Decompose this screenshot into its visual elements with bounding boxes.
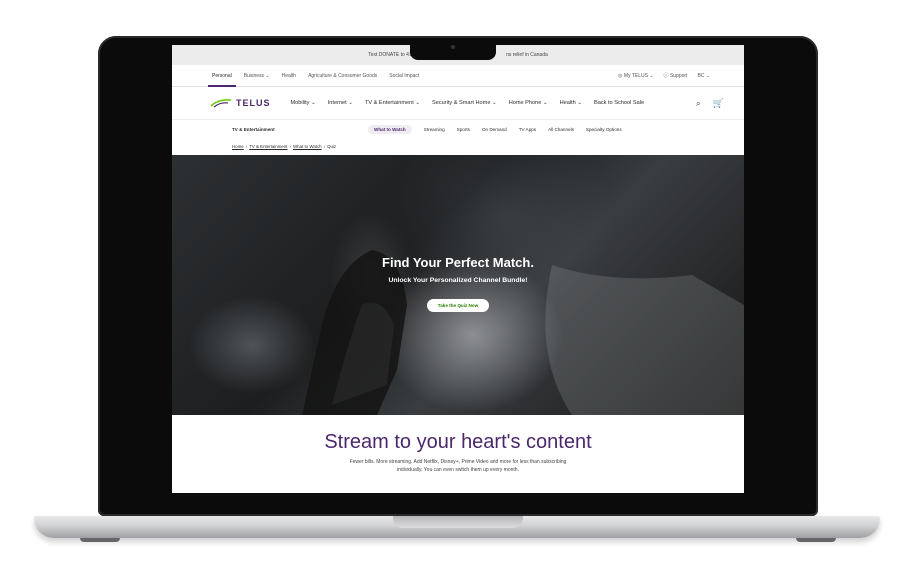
subnav-on-demand[interactable]: On Demand — [482, 127, 507, 132]
telus-logo[interactable]: TELUS — [210, 98, 271, 108]
main-navigation: TELUS Mobility ⌄ Internet ⌄ TV & Enterta… — [172, 87, 744, 119]
nav-mobility[interactable]: Mobility ⌄ — [291, 100, 316, 106]
hero-subtitle: Unlock Your Personalized Channel Bundle! — [388, 277, 528, 284]
top-navigation: Personal Business ⌄ Health Agriculture &… — [172, 65, 744, 87]
take-quiz-button[interactable]: Take the Quiz Now — [426, 299, 490, 312]
sub-navigation: TV & Entertainment What to Watch Streami… — [172, 119, 744, 138]
search-icon[interactable]: ⌕ — [696, 98, 701, 109]
nav-security-smart-home[interactable]: Security & Smart Home ⌄ — [432, 100, 497, 106]
subnav-sports[interactable]: Sports — [457, 127, 470, 132]
subnav-what-to-watch[interactable]: What to Watch — [368, 124, 412, 134]
topnav-agriculture[interactable]: Agriculture & Consumer Goods — [308, 73, 377, 79]
breadcrumb-current: Quiz — [327, 144, 337, 149]
camera-icon — [451, 45, 455, 49]
laptop-foot-right — [796, 538, 836, 542]
my-telus-link[interactable]: ◎ My TELUS ⌄ — [618, 73, 653, 79]
topnav-personal[interactable]: Personal — [208, 73, 236, 87]
topnav-business[interactable]: Business ⌄ — [244, 73, 270, 79]
stream-title: Stream to your heart's content — [324, 431, 592, 453]
support-label: Support — [669, 73, 688, 79]
camera-notch — [410, 40, 496, 60]
stream-section: Stream to your heart's content Fewer bil… — [172, 415, 744, 474]
hero-banner: Find Your Perfect Match. Unlock Your Per… — [172, 155, 744, 415]
nav-tv-entertainment[interactable]: TV & Entertainment ⌄ — [365, 100, 420, 106]
laptop-opening-notch — [393, 516, 523, 528]
topnav-health[interactable]: Health — [282, 73, 296, 79]
breadcrumb-what-to-watch[interactable]: What to Watch — [293, 144, 322, 149]
breadcrumb-tv-entertainment[interactable]: TV & Entertainment — [249, 144, 287, 149]
province-selector[interactable]: BC ⌄ — [697, 73, 710, 79]
help-icon: ⓘ — [663, 73, 669, 79]
laptop-foot-left — [80, 538, 120, 542]
support-link[interactable]: ⓘ Support — [664, 72, 688, 79]
announcement-text-right: ns relief in Canada — [506, 52, 548, 58]
nav-internet[interactable]: Internet ⌄ — [328, 100, 353, 106]
breadcrumb: Home › TV & Entertainment › What to Watc… — [172, 138, 744, 155]
cart-icon[interactable]: 🛒 — [713, 98, 724, 109]
breadcrumb-separator-icon: › — [289, 144, 291, 149]
stream-description: Fewer bills. More streaming. Add Netflix… — [298, 458, 618, 474]
nav-back-to-school-sale[interactable]: Back to School Sale — [594, 100, 644, 106]
my-telus-label: My TELUS ⌄ — [623, 72, 654, 79]
breadcrumb-separator-icon: › — [245, 144, 248, 149]
hero-title: Find Your Perfect Match. — [382, 255, 534, 270]
stream-description-line1: Fewer bills. More streaming. Add Netflix… — [349, 459, 567, 465]
breadcrumb-home[interactable]: Home — [232, 144, 244, 149]
subnav-section-title: TV & Entertainment — [232, 126, 275, 132]
telus-leaf-icon — [210, 99, 232, 108]
user-icon: ◎ — [618, 72, 623, 79]
nav-health[interactable]: Health ⌄ — [560, 100, 582, 106]
breadcrumb-separator-icon: › — [323, 144, 326, 149]
nav-home-phone[interactable]: Home Phone ⌄ — [509, 100, 548, 106]
topnav-social-impact[interactable]: Social Impact — [389, 73, 419, 79]
browser-screen: Text DONATE to 41010 ns relief in Canada… — [172, 45, 744, 493]
subnav-specialty-options[interactable]: Specialty Options — [586, 127, 622, 132]
subnav-all-channels[interactable]: All Channels — [548, 127, 574, 132]
subnav-streaming[interactable]: Streaming — [424, 127, 445, 132]
subnav-tv-apps[interactable]: TV Apps — [519, 127, 536, 132]
hero-content: Find Your Perfect Match. Unlock Your Per… — [172, 255, 744, 312]
telus-wordmark: TELUS — [236, 98, 271, 108]
stream-description-line2: individually. You can even switch them u… — [397, 467, 519, 473]
